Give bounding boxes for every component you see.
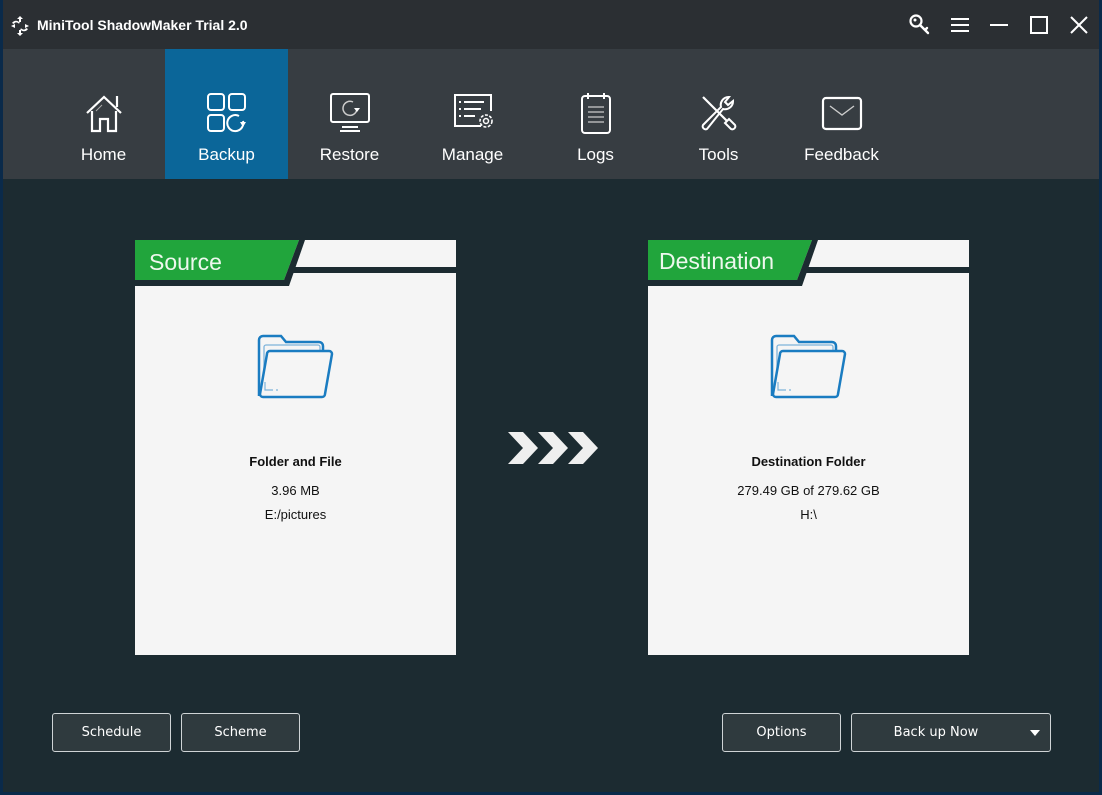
nav-label: Restore (319, 145, 380, 164)
notepad-icon (580, 93, 611, 134)
back-up-now-label: Back up Now (893, 725, 979, 740)
close-button[interactable] (1066, 12, 1092, 38)
folder-icon (770, 334, 847, 399)
envelope-icon (821, 96, 862, 131)
nav-tab-feedback[interactable]: Feedback (780, 49, 903, 179)
nav-label: Logs (577, 145, 614, 164)
nav-tab-manage[interactable]: Manage (411, 49, 534, 179)
nav-label: Backup (198, 145, 255, 164)
register-key-button[interactable] (907, 12, 933, 38)
title-bar: MiniTool ShadowMaker Trial 2.0 (3, 0, 1099, 49)
minimize-icon (990, 24, 1008, 26)
nav-tab-backup[interactable]: Backup (165, 49, 288, 179)
source-label: Source (149, 249, 222, 275)
nav-label: Feedback (804, 145, 879, 164)
source-type: Folder and File (249, 454, 342, 469)
destination-label: Destination (659, 248, 775, 274)
monitor-restore-icon (329, 93, 370, 132)
destination-size: 279.49 GB of 279.62 GB (737, 483, 880, 498)
list-gear-icon (453, 94, 493, 128)
folder-icon (257, 334, 334, 399)
source-size: 3.96 MB (271, 483, 320, 498)
nav-tab-restore[interactable]: Restore (288, 49, 411, 179)
nav-label: Home (80, 145, 127, 164)
back-up-now-button[interactable]: Back up Now (851, 713, 1051, 752)
schedule-button[interactable]: Schedule (52, 713, 171, 752)
nav-label: Manage (441, 145, 504, 164)
nav-tab-home[interactable]: Home (42, 49, 165, 179)
register-key-icon (909, 14, 930, 35)
nav-tab-logs[interactable]: Logs (534, 49, 657, 179)
menu-icon (951, 18, 969, 32)
destination-panel[interactable]: Destination Destination Folder 279.49 GB… (648, 240, 969, 655)
options-button[interactable]: Options (722, 713, 841, 752)
app-logo-icon (11, 16, 29, 36)
source-panel[interactable]: Source Folder and File 3.96 MB E:/pictur… (135, 240, 456, 655)
backup-grid-icon (206, 93, 246, 133)
maximize-button[interactable] (1026, 12, 1052, 38)
wrench-screwdriver-icon (701, 96, 736, 131)
nav-tab-tools[interactable]: Tools (657, 49, 780, 179)
source-path: E:/pictures (264, 507, 327, 522)
scheme-button[interactable]: Scheme (181, 713, 300, 752)
menu-button[interactable] (947, 12, 973, 38)
nav-label: Tools (698, 145, 739, 164)
main-navbar: Home Backup Restore Manage Logs Tools Fe… (3, 49, 1099, 179)
arrow-chevrons-icon (508, 432, 598, 464)
maximize-icon (1030, 16, 1048, 34)
close-icon (1070, 16, 1088, 34)
minimize-button[interactable] (986, 12, 1012, 38)
destination-type: Destination Folder (751, 454, 866, 469)
app-window: MiniTool ShadowMaker Trial 2.0 Home Back… (3, 0, 1099, 792)
dropdown-arrow-icon[interactable] (1030, 730, 1040, 736)
app-title: MiniTool ShadowMaker Trial 2.0 (37, 17, 248, 33)
destination-path: H:\ (800, 507, 817, 522)
home-icon (85, 95, 122, 133)
